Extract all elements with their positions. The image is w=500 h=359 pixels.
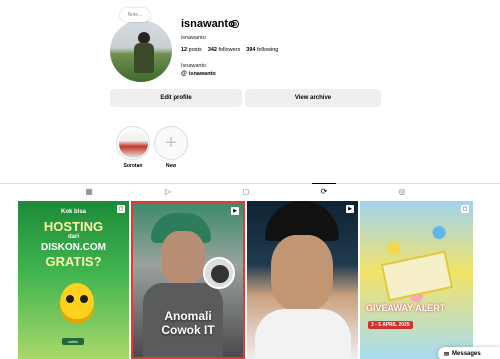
post-avatar-overlay	[203, 257, 235, 289]
followers-stat[interactable]: 342 followers	[208, 47, 240, 53]
profile-tabs: ▦ ▷ ◻ ⟳ ◎	[0, 183, 500, 199]
post-person-face	[161, 231, 205, 285]
reel-icon: ▶	[346, 205, 354, 213]
threads-icon: @	[181, 71, 187, 77]
threads-handle: isnawanto	[188, 71, 216, 77]
tab-tagged-icon[interactable]: ◎	[396, 187, 408, 197]
following-stat[interactable]: 394 following	[246, 47, 278, 53]
highlight-sorotan[interactable]: Sorotan	[116, 126, 150, 169]
tab-reposts-icon[interactable]: ⟳	[318, 187, 330, 197]
post-person-collar	[255, 309, 351, 359]
highlight-new[interactable]: + New	[154, 126, 188, 169]
highlight-cover	[118, 128, 148, 158]
posts-stat: 12 posts	[181, 47, 202, 53]
messages-label: Messages	[452, 351, 481, 357]
post-tile-selected[interactable]: ▶ Anomali Cowok IT	[131, 201, 245, 359]
tab-reels-icon[interactable]: ▷	[162, 187, 174, 197]
post-tile[interactable]: ▢ Kok bisa HOSTING dari DISKON.COM GRATI…	[18, 201, 129, 359]
messages-icon: ✉	[444, 351, 450, 358]
bio-name: Isnawanto	[181, 63, 207, 69]
mascot-image	[60, 283, 94, 323]
tab-saved-icon[interactable]: ◻	[240, 187, 252, 197]
highlight-ring	[116, 126, 150, 160]
profile-person-body	[134, 43, 154, 73]
post-text: Kok bisa	[60, 209, 86, 215]
highlight-label: New	[165, 163, 177, 169]
reel-icon: ▶	[231, 207, 239, 215]
post-brand: cabtik	[62, 338, 84, 345]
settings-gear-icon[interactable]	[230, 19, 240, 29]
post-text: DISKON.COM	[41, 242, 106, 253]
post-text: GRATIS?	[45, 254, 102, 269]
multi-post-icon: ▢	[461, 205, 469, 213]
post-text: dari	[67, 234, 79, 240]
post-text: GIVEAWAY ALERT	[366, 303, 446, 313]
note-bubble[interactable]: Note...	[120, 8, 150, 22]
edit-profile-button[interactable]: Edit profile	[110, 89, 242, 107]
posts-grid: ▢ Kok bisa HOSTING dari DISKON.COM GRATI…	[18, 201, 478, 359]
post-date-badge: 3 - 5 APRIL 2025	[368, 321, 413, 329]
post-tile[interactable]: ▢ GIVEAWAY ALERT 3 - 5 APRIL 2025	[360, 201, 473, 359]
post-person-face	[271, 235, 333, 311]
threads-link[interactable]: @ isnawanto	[181, 71, 216, 77]
profile-stats: 12 posts 342 followers 394 following	[181, 47, 278, 53]
view-archive-button[interactable]: View archive	[245, 89, 381, 107]
highlight-ring: +	[154, 126, 188, 160]
highlight-label: Sorotan	[123, 163, 143, 169]
post-title: Anomali	[164, 309, 212, 323]
post-tile[interactable]: ▶	[247, 201, 358, 359]
tab-posts-grid-icon[interactable]: ▦	[83, 187, 95, 197]
post-title: Cowok IT	[161, 323, 215, 337]
active-tab-indicator	[312, 183, 336, 184]
messages-button[interactable]: ✉ Messages	[438, 347, 500, 359]
plus-icon: +	[165, 132, 177, 154]
post-text: HOSTING	[43, 219, 104, 234]
profile-display-name: isnawanto	[181, 35, 206, 41]
profile-username: isnawanto	[181, 18, 235, 30]
voucher-ticket-image	[380, 250, 454, 302]
profile-picture[interactable]	[110, 20, 172, 82]
